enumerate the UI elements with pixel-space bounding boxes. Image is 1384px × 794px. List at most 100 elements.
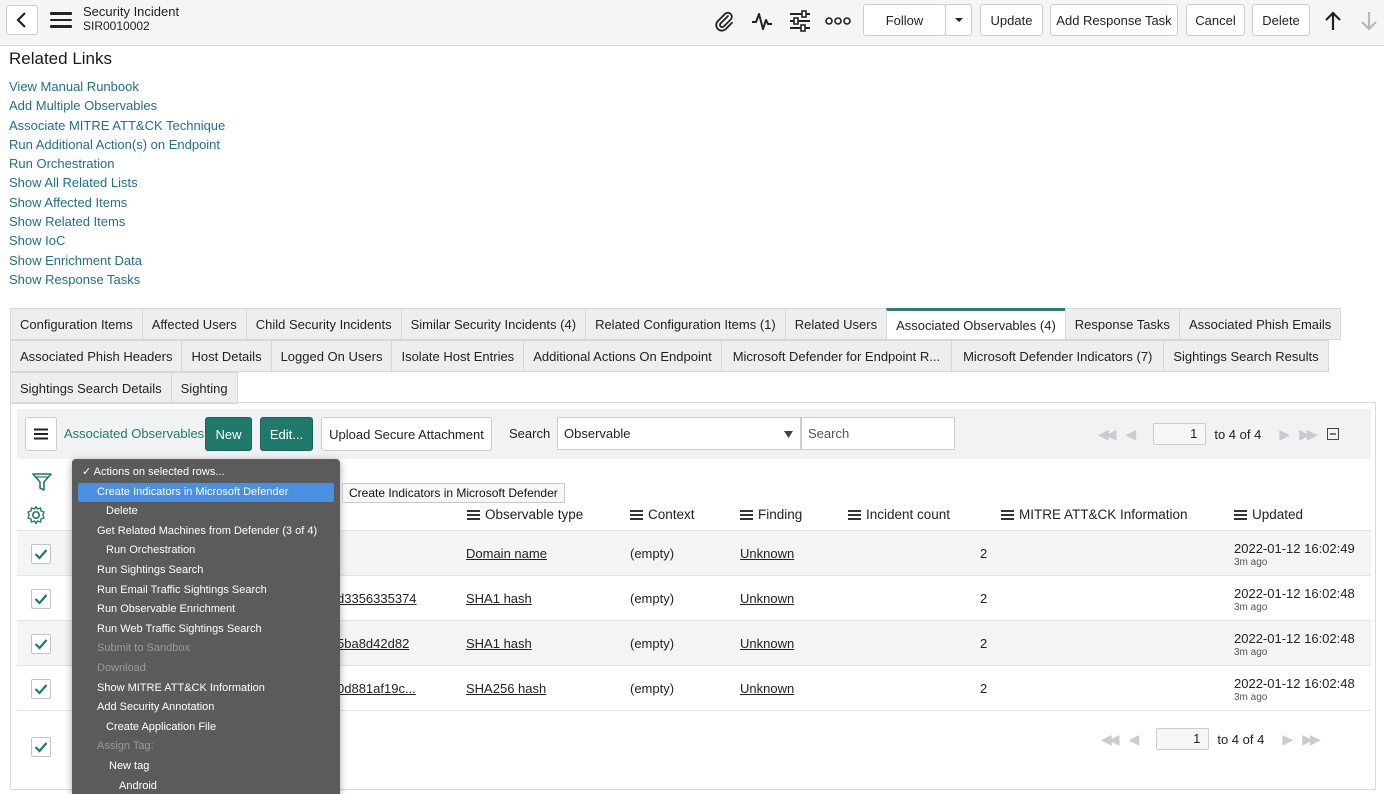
- page-input[interactable]: 1: [1156, 728, 1210, 750]
- menu-item[interactable]: New tag: [72, 757, 340, 777]
- menu-item[interactable]: Delete: [72, 502, 340, 522]
- observable-value[interactable]: 0d881af19c...: [337, 681, 416, 696]
- add-response-task-button[interactable]: Add Response Task: [1050, 4, 1178, 36]
- observable-type-link[interactable]: SHA1 hash: [466, 636, 532, 651]
- column-header-context[interactable]: Context: [630, 507, 695, 522]
- first-page-icon[interactable]: ◀◀: [1098, 426, 1116, 443]
- related-link[interactable]: Show Response Tasks: [9, 270, 225, 289]
- menu-item[interactable]: Run Orchestration: [72, 541, 340, 561]
- related-link[interactable]: View Manual Runbook: [9, 77, 225, 96]
- menu-item[interactable]: Android: [72, 777, 340, 794]
- back-button[interactable]: [6, 5, 38, 35]
- column-header-updated[interactable]: Updated: [1234, 507, 1303, 522]
- related-link[interactable]: Associate MITRE ATT&CK Technique: [9, 116, 225, 135]
- menu-item[interactable]: Create Application File: [72, 718, 340, 738]
- tab-affected-users[interactable]: Affected Users: [141, 308, 246, 340]
- related-link[interactable]: Show Related Items: [9, 212, 225, 231]
- column-header-incident-count[interactable]: Incident count: [848, 507, 950, 522]
- related-link[interactable]: Run Orchestration: [9, 154, 225, 173]
- observable-type-link[interactable]: Domain name: [466, 546, 547, 561]
- delete-button[interactable]: Delete: [1252, 4, 1310, 36]
- column-menu-icon[interactable]: [740, 508, 753, 522]
- search-input[interactable]: Search: [801, 417, 955, 450]
- cancel-button[interactable]: Cancel: [1186, 4, 1245, 36]
- column-menu-icon[interactable]: [1234, 508, 1247, 522]
- row-checkbox[interactable]: [31, 544, 51, 564]
- finding-link[interactable]: Unknown: [740, 636, 794, 651]
- observable-value[interactable]: d3356335374: [337, 591, 417, 606]
- tab-associated-observables[interactable]: Associated Observables (4): [886, 308, 1065, 340]
- column-menu-icon[interactable]: [630, 508, 643, 522]
- list-menu-button[interactable]: [25, 417, 57, 451]
- tab-response-tasks[interactable]: Response Tasks: [1064, 308, 1179, 340]
- menu-icon[interactable]: [50, 12, 72, 30]
- prev-page-icon[interactable]: ◀: [1126, 426, 1137, 443]
- menu-item[interactable]: Create Indicators in Microsoft Defender: [78, 482, 334, 503]
- column-header-mitre[interactable]: MITRE ATT&CK Information: [1001, 507, 1188, 522]
- tab-related-users[interactable]: Related Users: [784, 308, 887, 340]
- next-page-icon[interactable]: ▶: [1282, 731, 1293, 748]
- menu-item[interactable]: Run Observable Enrichment: [72, 600, 340, 620]
- more-options-icon[interactable]: [825, 8, 851, 34]
- settings-sliders-icon[interactable]: [787, 8, 813, 34]
- filter-icon[interactable]: [32, 472, 52, 492]
- column-header-finding[interactable]: Finding: [740, 507, 802, 522]
- finding-link[interactable]: Unknown: [740, 591, 794, 606]
- tab-logged-on-users[interactable]: Logged On Users: [270, 340, 392, 372]
- activity-icon[interactable]: [749, 8, 775, 34]
- column-menu-icon[interactable]: [467, 508, 480, 522]
- upload-secure-attachment-button[interactable]: Upload Secure Attachment: [321, 417, 492, 451]
- tab-microsoft-defender-for-endpoint[interactable]: Microsoft Defender for Endpoint R...: [720, 340, 952, 372]
- column-header-observable-type[interactable]: Observable type: [467, 507, 583, 522]
- list-title[interactable]: Associated Observables: [64, 426, 204, 441]
- row-checkbox[interactable]: [31, 679, 51, 699]
- tab-additional-actions-on-endpoint[interactable]: Additional Actions On Endpoint: [523, 340, 721, 372]
- first-page-icon[interactable]: ◀◀: [1101, 731, 1119, 748]
- edit-button[interactable]: Edit...: [260, 417, 313, 451]
- related-link[interactable]: Show Affected Items: [9, 193, 225, 212]
- follow-dropdown-button[interactable]: [945, 4, 972, 36]
- finding-link[interactable]: Unknown: [740, 681, 794, 696]
- follow-button[interactable]: Follow: [863, 4, 946, 36]
- tab-configuration-items[interactable]: Configuration Items: [10, 308, 142, 340]
- last-page-icon[interactable]: ▶▶: [1299, 426, 1317, 443]
- row-checkbox[interactable]: [31, 589, 51, 609]
- select-all-checkbox[interactable]: [31, 737, 51, 757]
- column-menu-icon[interactable]: [848, 508, 861, 522]
- related-link[interactable]: Add Multiple Observables: [9, 96, 225, 115]
- prev-page-icon[interactable]: ◀: [1129, 731, 1140, 748]
- related-link[interactable]: Show Enrichment Data: [9, 251, 225, 270]
- tab-sighting[interactable]: Sighting: [170, 372, 238, 404]
- row-checkbox[interactable]: [31, 634, 51, 654]
- menu-item[interactable]: Run Web Traffic Sightings Search: [72, 620, 340, 640]
- observable-type-link[interactable]: SHA1 hash: [466, 591, 532, 606]
- tab-sightings-search-results[interactable]: Sightings Search Results: [1163, 340, 1329, 372]
- menu-item[interactable]: Add Security Annotation: [72, 698, 340, 718]
- gear-icon[interactable]: [26, 505, 46, 525]
- page-input[interactable]: 1: [1153, 423, 1207, 445]
- update-button[interactable]: Update: [980, 4, 1043, 36]
- related-link[interactable]: Show IoC: [9, 231, 225, 250]
- menu-item[interactable]: Show MITRE ATT&CK Information: [72, 679, 340, 699]
- observable-value[interactable]: 5ba8d42d82: [337, 636, 409, 651]
- menu-item[interactable]: Get Related Machines from Defender (3 of…: [72, 522, 340, 542]
- collapse-icon[interactable]: [1326, 428, 1339, 440]
- menu-item[interactable]: Run Email Traffic Sightings Search: [72, 581, 340, 601]
- paperclip-icon[interactable]: [711, 8, 737, 34]
- tab-associated-phish-emails[interactable]: Associated Phish Emails: [1178, 308, 1342, 340]
- tab-isolate-host-entries[interactable]: Isolate Host Entries: [391, 340, 524, 372]
- last-page-icon[interactable]: ▶▶: [1302, 731, 1320, 748]
- tab-host-details[interactable]: Host Details: [181, 340, 271, 372]
- tab-similar-security-incidents[interactable]: Similar Security Incidents (4): [400, 308, 586, 340]
- related-link[interactable]: Run Additional Action(s) on Endpoint: [9, 135, 225, 154]
- related-link[interactable]: Show All Related Lists: [9, 173, 225, 192]
- column-menu-icon[interactable]: [1001, 508, 1014, 522]
- tab-related-configuration-items[interactable]: Related Configuration Items (1): [585, 308, 785, 340]
- new-button[interactable]: New: [205, 417, 252, 451]
- tab-associated-phish-headers[interactable]: Associated Phish Headers: [10, 340, 182, 372]
- menu-item[interactable]: ✓ Actions on selected rows...: [72, 463, 340, 483]
- arrow-down-icon[interactable]: [1356, 8, 1382, 34]
- tab-sightings-search-details[interactable]: Sightings Search Details: [10, 372, 171, 404]
- arrow-up-icon[interactable]: [1320, 8, 1346, 34]
- finding-link[interactable]: Unknown: [740, 546, 794, 561]
